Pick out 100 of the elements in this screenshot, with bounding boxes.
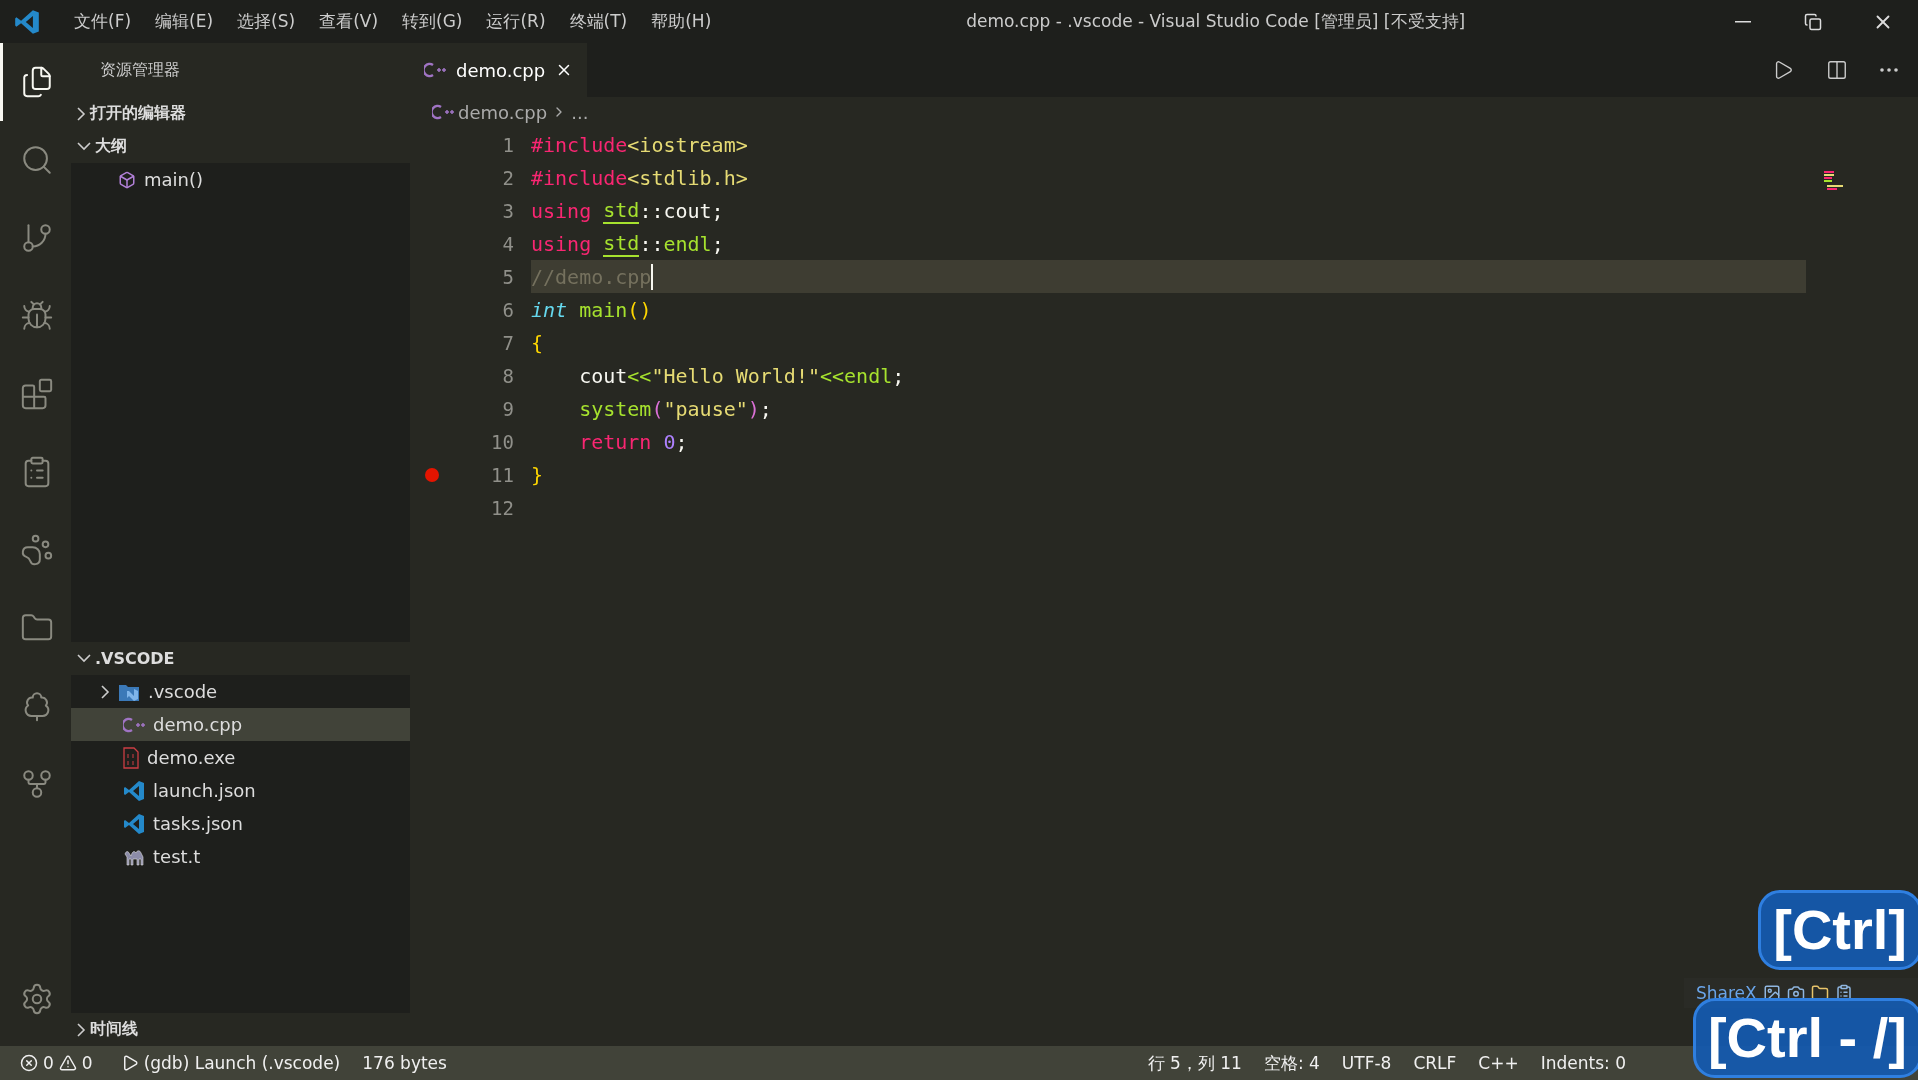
menu-item[interactable]: 运行(R) (474, 6, 558, 37)
code-token: std (603, 230, 640, 257)
code-token: ; (711, 231, 724, 256)
error-count[interactable]: 0 (43, 1053, 54, 1073)
code-token: int (531, 297, 568, 322)
menu-item[interactable]: 终端(T) (557, 6, 640, 37)
cpp-file-icon (123, 716, 145, 733)
line-number: 9 (501, 397, 514, 420)
line-number: 12 (490, 496, 514, 519)
keystroke-badge: [Ctrl] (1758, 890, 1918, 970)
chevron-right-icon (77, 1022, 86, 1037)
code-token: ; (759, 396, 772, 421)
file-item[interactable]: launch.json (71, 774, 410, 807)
line-number: 1 (501, 133, 514, 156)
section-header[interactable]: 大纲 (71, 130, 410, 163)
code-token: { (531, 330, 544, 355)
line-number: 4 (501, 232, 514, 255)
extensions-icon (20, 377, 54, 411)
code-token: return (578, 429, 653, 454)
minimize-icon (1735, 20, 1751, 23)
menu-item[interactable]: 编辑(E) (143, 6, 226, 37)
chevron-down-icon (77, 142, 91, 151)
code-token: #include (531, 132, 628, 157)
sidebar-title: 资源管理器 (71, 43, 410, 97)
status-item[interactable]: 行 5，列 11 (1147, 1051, 1242, 1075)
menu-item[interactable]: 文件(F) (62, 6, 144, 37)
file-item[interactable]: demo.cpp (71, 708, 410, 741)
code-token: } (531, 462, 544, 487)
code-token: #include (531, 165, 628, 190)
code-token: cout (578, 363, 628, 388)
chevron-down-icon (77, 654, 91, 663)
status-item[interactable]: C++ (1478, 1053, 1519, 1073)
line-number: 10 (490, 430, 514, 453)
code-token: main (578, 297, 628, 322)
code-token: ( (651, 396, 664, 421)
code-token: 0 (663, 429, 676, 454)
vscode-logo-icon (123, 779, 145, 802)
code-token: <stdlib.h> (627, 165, 748, 190)
warning-icon (58, 1054, 77, 1072)
menu-item[interactable]: 选择(S) (225, 6, 308, 37)
code-token: () (627, 297, 652, 322)
status-item[interactable]: Indents: 0 (1540, 1053, 1626, 1073)
line-number: 8 (501, 364, 514, 387)
text-cursor (651, 263, 654, 290)
code-token: <iostream> (627, 132, 748, 157)
code-token: system (578, 396, 652, 421)
vscode-logo-icon (14, 8, 40, 35)
code-token: :: (639, 231, 664, 256)
menu-item[interactable]: 帮助(H) (639, 6, 724, 37)
line-number: 3 (501, 199, 514, 222)
search-icon (20, 143, 54, 177)
line-number: 5 (501, 265, 514, 288)
code-token: <<endl (820, 363, 893, 388)
code-token: endl (663, 231, 712, 256)
keystroke-badge: [Ctrl - /] (1692, 998, 1918, 1078)
split-icon (1826, 59, 1848, 81)
restore-icon (1804, 12, 1822, 31)
paw-icon (20, 533, 54, 567)
line-number: 6 (501, 298, 514, 321)
vscode-logo-icon (123, 812, 145, 835)
code-token: ; (892, 363, 905, 388)
chevron-right-icon (77, 106, 86, 121)
debug-icon (20, 299, 54, 333)
gear-icon (20, 982, 54, 1016)
code-token: "Hello World!" (651, 363, 820, 388)
section-header[interactable]: 时间线 (71, 1013, 410, 1046)
outline-item[interactable]: main() (71, 163, 410, 196)
file-item[interactable]: test.t (71, 840, 410, 873)
cpp-file-icon (424, 62, 446, 78)
file-item[interactable]: demo.exe (71, 741, 410, 774)
status-item[interactable]: 空格: 4 (1263, 1051, 1320, 1075)
code-token: ::cout; (639, 198, 724, 223)
window-title: demo.cpp - .vscode - Visual Studio Code [管理员] [不受支持] (965, 10, 1467, 33)
ellipsis-icon (1880, 68, 1898, 72)
breakpoint-dot[interactable] (425, 467, 439, 482)
file-item[interactable]: .vscode (71, 675, 410, 708)
cube-icon (118, 170, 136, 189)
menu-item[interactable]: 转到(G) (390, 6, 475, 37)
section-header[interactable]: .VSCODE (71, 642, 410, 675)
breadcrumb-item[interactable]: ... (571, 101, 589, 123)
section-header[interactable]: 打开的编辑器 (71, 97, 410, 130)
git-icon (20, 221, 54, 255)
status-item[interactable]: CRLF (1413, 1053, 1457, 1073)
error-icon (20, 1054, 38, 1072)
code-token: ; (675, 429, 688, 454)
files-icon (20, 65, 54, 99)
file-item[interactable]: tasks.json (71, 807, 410, 840)
code-token: using (531, 198, 593, 223)
code-token: std (603, 197, 640, 224)
breadcrumb-item[interactable]: demo.cpp (458, 101, 548, 123)
launch-config[interactable]: (gdb) Launch (.vscode) (143, 1053, 341, 1073)
code-token: << (627, 363, 652, 388)
line-number: 2 (501, 166, 514, 189)
code-token: ) (747, 396, 760, 421)
menu-item[interactable]: 查看(V) (307, 6, 391, 37)
editor-tab[interactable]: demo.cpp (410, 43, 588, 97)
status-item[interactable]: UTF-8 (1341, 1053, 1392, 1073)
warning-count[interactable]: 0 (81, 1053, 93, 1073)
cpp-file-icon (432, 104, 454, 120)
code-token: "pause" (663, 396, 748, 421)
